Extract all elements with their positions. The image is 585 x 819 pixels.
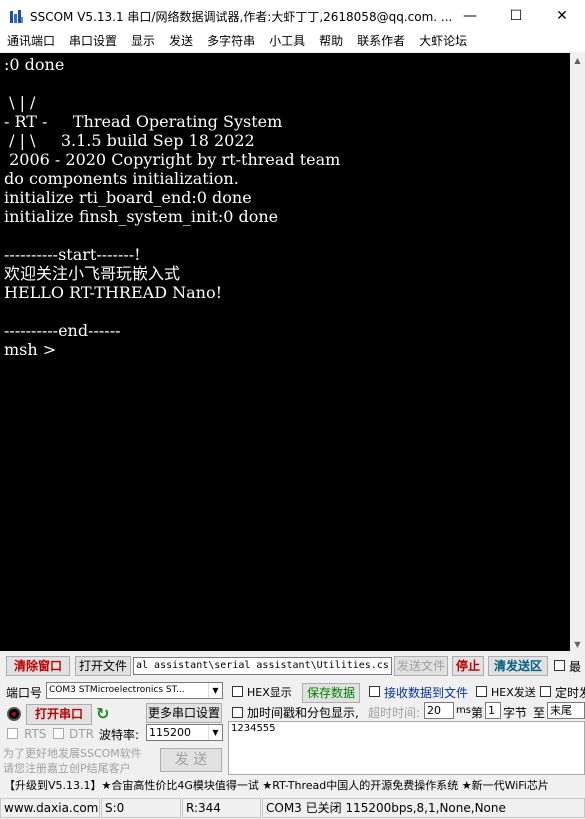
send-file-button[interactable]: 发送文件: [394, 656, 448, 676]
receive-to-file-label: 接收数据到文件: [384, 686, 469, 700]
terminal-line: :0 done: [4, 55, 65, 74]
app-icon: [9, 9, 24, 24]
port-value: COM3 STMicroelectronics ST...: [49, 685, 185, 695]
more-port-settings-button[interactable]: 更多串口设置: [146, 703, 222, 723]
end-value: 末尾: [550, 704, 572, 717]
receive-terminal[interactable]: :0 done​ \ | /- RT - Thread Operating Sy…: [0, 53, 570, 651]
terminal-line: ----------end------: [4, 321, 121, 340]
menu-help[interactable]: 帮助: [312, 32, 350, 52]
terminal-line: ​: [4, 74, 566, 93]
chevron-down-icon: ▼: [208, 725, 222, 740]
save-data-button[interactable]: 保存数据: [302, 683, 360, 703]
menu-display[interactable]: 显示: [124, 32, 162, 52]
ms-label: ms: [456, 705, 471, 716]
toolbar: 清除窗口 打开文件 al assistant\serial assistant\…: [0, 656, 585, 678]
dtr-checkbox[interactable]: [53, 728, 64, 739]
send-button[interactable]: 发 送: [160, 748, 222, 772]
timestamp-label: 加时间戳和分包显示,: [247, 706, 359, 720]
hex-display-label: HEX显示: [247, 686, 292, 699]
port-status-icon: [7, 707, 21, 721]
baud-label: 波特率:: [99, 728, 140, 742]
nth-label: 第: [471, 706, 484, 720]
timed-send-label: 定时发: [555, 686, 585, 700]
terminal-line: ----------start-------!: [4, 245, 141, 264]
receive-to-file-checkbox[interactable]: [369, 686, 380, 697]
promo-line-2: 请您注册嘉立创P结尾客户: [3, 762, 131, 775]
maximize-button[interactable]: ☐: [493, 0, 539, 32]
terminal-line: / | \ 3.1.5 build Sep 18 2022: [4, 131, 255, 150]
minimize-button[interactable]: —: [447, 0, 493, 32]
last-checkbox[interactable]: [554, 660, 565, 671]
timed-send-checkbox[interactable]: [540, 686, 551, 697]
port-label: 端口号: [6, 686, 43, 700]
terminal-line: \ | /: [4, 93, 36, 112]
menu-comm-port[interactable]: 通讯端口: [0, 32, 62, 52]
status-port-state: COM3 已关闭 115200bps,8,1,None,None: [262, 798, 585, 818]
scroll-down-icon[interactable]: ▼: [570, 637, 585, 651]
promo-line-1: 为了更好地发展SSCOM软件: [3, 747, 142, 760]
status-received-count: R:344: [182, 798, 261, 818]
open-port-button[interactable]: 打开串口: [26, 704, 92, 725]
menu-forum[interactable]: 大虾论坛: [412, 32, 474, 52]
status-bar: www.daxia.com S:0 R:344 COM3 已关闭 115200b…: [0, 797, 585, 819]
terminal-line: 2006 - 2020 Copyright by rt-thread team: [4, 150, 341, 169]
last-label: 最: [569, 660, 582, 674]
menu-multi-string[interactable]: 多字符串: [200, 32, 262, 52]
refresh-icon[interactable]: ↻: [96, 704, 109, 723]
timeout-label: 超时时间:: [368, 706, 421, 720]
menu-send[interactable]: 发送: [162, 32, 200, 52]
terminal-line: - RT - Thread Operating System: [4, 112, 283, 131]
terminal-line: ​: [4, 226, 566, 245]
terminal-prompt: msh >: [4, 340, 57, 359]
terminal-scrollbar[interactable]: ▲ ▼: [570, 53, 585, 651]
rts-label: RTS: [24, 727, 47, 741]
news-ticker[interactable]: 【升级到V5.13.1】★合宙高性价比4G模块值得一试 ★RT-Thread中国…: [0, 776, 585, 796]
menu-contact-author[interactable]: 联系作者: [350, 32, 412, 52]
stop-button[interactable]: 停止: [452, 656, 484, 676]
to-label: 至: [533, 706, 546, 720]
hex-send-checkbox[interactable]: [476, 686, 487, 697]
timeout-input[interactable]: 20: [424, 702, 454, 719]
status-site[interactable]: www.daxia.com: [0, 798, 100, 818]
end-select[interactable]: 末尾: [547, 702, 585, 719]
terminal-line: ​: [4, 302, 566, 321]
scroll-up-icon[interactable]: ▲: [570, 53, 585, 67]
menu-tools[interactable]: 小工具: [262, 32, 312, 52]
title-bar: SSCOM V5.13.1 串口/网络数据调试器,作者:大虾丁丁,2618058…: [0, 0, 585, 32]
chevron-down-icon: ▼: [208, 683, 222, 698]
status-sent-count: S:0: [101, 798, 181, 818]
send-text-area[interactable]: 1234555: [228, 721, 585, 775]
terminal-line: initialize rti_board_end:0 done: [4, 188, 252, 207]
nth-input[interactable]: 1: [485, 702, 501, 719]
timestamp-checkbox[interactable]: [232, 707, 243, 718]
menu-bar: 通讯端口 串口设置 显示 发送 多字符串 小工具 帮助 联系作者 大虾论坛: [0, 32, 585, 52]
terminal-line: initialize finsh_system_init:0 done: [4, 207, 279, 226]
terminal-line: do components initialization.: [4, 169, 239, 188]
close-button[interactable]: ✕: [539, 0, 585, 32]
dtr-label: DTR: [69, 727, 94, 741]
menu-port-settings[interactable]: 串口设置: [62, 32, 124, 52]
rts-checkbox[interactable]: [7, 728, 18, 739]
terminal-line: 欢迎关注小飞哥玩嵌入式: [4, 264, 181, 283]
hex-send-label: HEX发送: [491, 686, 536, 699]
file-path-input[interactable]: al assistant\serial assistant\Utilities.…: [133, 657, 392, 675]
hex-display-checkbox[interactable]: [232, 686, 243, 697]
byte-label: 字节: [503, 706, 528, 720]
terminal-line: HELLO RT-THREAD Nano!: [4, 283, 223, 302]
clear-send-button[interactable]: 清发送区: [488, 656, 548, 676]
baud-select[interactable]: 115200 ▼: [146, 724, 223, 741]
port-select[interactable]: COM3 STMicroelectronics ST... ▼: [46, 682, 223, 699]
baud-value: 115200: [149, 726, 191, 739]
window-title: SSCOM V5.13.1 串口/网络数据调试器,作者:大虾丁丁,2618058…: [30, 10, 453, 24]
open-file-button[interactable]: 打开文件: [75, 656, 131, 676]
clear-window-button[interactable]: 清除窗口: [6, 656, 70, 676]
